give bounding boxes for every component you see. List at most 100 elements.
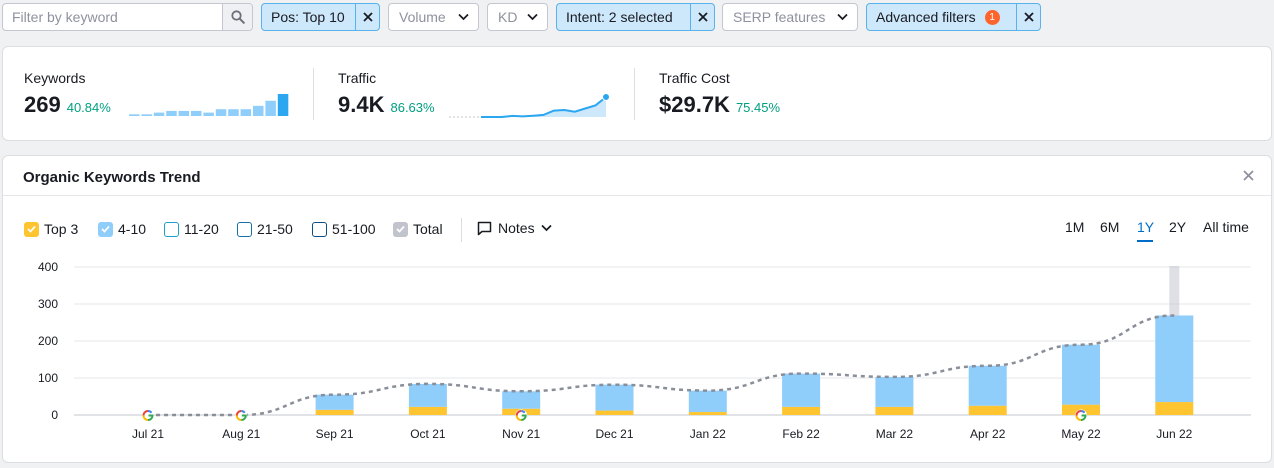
bar-4-10 [408,383,447,407]
x-tick-label: Dec 21 [595,427,633,441]
keywords-change: 40.84% [66,100,111,115]
divider [634,68,635,120]
x-tick-label: Aug 21 [222,427,260,441]
traffic-cost-value: $29.7K [659,92,730,117]
traffic-cost-change: 75.45% [735,100,781,115]
bar-4-10 [315,394,354,410]
y-tick-label: 300 [38,297,58,311]
filter-chip-position[interactable]: Pos: Top 10 [261,3,380,31]
remove-filter-button[interactable] [1016,4,1040,30]
search-icon [230,10,245,24]
bar-top3 [315,409,354,415]
sparkline-bar [228,109,239,116]
sparkline-bar [166,110,177,116]
sparkline-bar [265,100,276,116]
y-tick-label: 400 [38,260,58,274]
filter-chip-serp-features[interactable]: SERP features [722,3,858,31]
bar-4-10 [782,373,821,407]
filter-count-badge: 1 [984,9,1000,25]
bar-4-10 [875,376,914,407]
traffic-value: 9.4K [338,92,385,117]
sparkline-bar [253,105,264,116]
traffic-change: 86.63% [390,100,435,115]
metric-label: Traffic [338,70,377,86]
google-update-icon [142,409,154,422]
keywords-value: 269 [24,92,61,117]
bar-top3 [688,412,727,415]
bar-4-10 [595,384,634,411]
google-update-icon [515,409,528,422]
x-tick-label: Oct 21 [410,427,446,441]
keywords-sparkline [129,94,289,116]
sparkline-bar [129,114,140,116]
sparkline-bar [178,110,190,116]
sparkline-bar [191,110,202,116]
keywords-metric[interactable]: Keywords 269 40.84% [24,70,111,117]
close-icon [1023,12,1034,22]
filter-chip-intent[interactable]: Intent: 2 selected [556,3,715,31]
x-tick-label: Feb 22 [782,427,820,441]
filter-chip-label: Intent: 2 selected [566,9,673,25]
chevron-down-icon [458,13,469,21]
organic-keywords-trend-card: Organic Keywords Trend Top 3 4-10 11-20 … [2,155,1272,463]
y-tick-label: 100 [38,371,58,385]
google-update-icon [235,409,248,422]
divider [313,68,314,120]
y-tick-label: 0 [51,408,58,422]
chevron-down-icon [837,13,848,21]
x-tick-label: Mar 22 [876,427,914,441]
filter-chip-label: SERP features [733,9,826,25]
bar-top3 [875,406,914,415]
x-tick-label: Nov 21 [502,427,540,441]
sparkline-bar [141,114,152,116]
chevron-down-icon [527,13,538,21]
filter-chip-kd[interactable]: KD [487,3,548,31]
filter-chip-label: Pos: Top 10 [271,9,345,25]
filter-chip-label: Volume [399,9,446,25]
bar-top3 [595,410,634,415]
bar-4-10 [1062,344,1100,405]
x-tick-label: Apr 22 [970,427,1006,441]
bar-4-10 [502,391,541,409]
bar-4-10 [688,390,727,413]
x-tick-label: Sep 21 [316,427,354,441]
organic-keywords-chart: 0 100 200 300 400 Jul 21 Aug 21 Sep 21 Oct 21 Nov… [38,260,1251,441]
bar-top3 [968,405,1007,415]
traffic-cost-metric[interactable]: Traffic Cost $29.7K 75.45% [659,70,780,117]
metric-label: Traffic Cost [659,70,730,86]
filter-chip-advanced[interactable]: Advanced filters 1 [866,3,1041,31]
remove-filter-button[interactable] [355,4,379,30]
close-icon [697,12,708,22]
x-tick-label: Jul 21 [132,427,164,441]
sparkline-bar [277,94,289,116]
traffic-metric[interactable]: Traffic 9.4K 86.63% [338,70,435,117]
sparkline-bar [215,109,227,116]
filter-chip-label: KD [498,9,518,25]
bar-top3 [1155,402,1194,415]
search-button[interactable] [222,4,252,30]
summary-card: Keywords 269 40.84% Traffic 9.4K 86.63% … [2,46,1272,141]
google-update-icon [1075,409,1087,422]
sparkline-bar [203,112,214,116]
metric-label: Keywords [24,70,86,86]
bar-top3 [408,406,447,415]
x-tick-label: Jan 22 [690,427,726,441]
y-tick-label: 200 [38,334,58,348]
filter-chip-volume[interactable]: Volume [388,3,479,31]
keyword-search [2,3,253,31]
x-tick-label: Jun 22 [1156,427,1192,441]
search-input[interactable] [3,4,223,30]
bar-4-10 [1155,315,1194,403]
close-icon [362,12,373,22]
sparkline-end-dot [602,93,610,101]
traffic-sparkline [449,93,610,118]
sparkline-bar [153,112,165,116]
x-tick-label: May 22 [1061,427,1101,441]
remove-filter-button[interactable] [690,4,714,30]
bar-top3 [782,406,821,415]
total-line [148,314,1175,417]
filter-chip-label: Advanced filters [876,9,976,25]
bar-4-10 [968,365,1007,406]
sparkline-bar [240,109,252,116]
filter-bar: Pos: Top 10 Volume KD Intent: 2 selected… [0,3,1274,31]
